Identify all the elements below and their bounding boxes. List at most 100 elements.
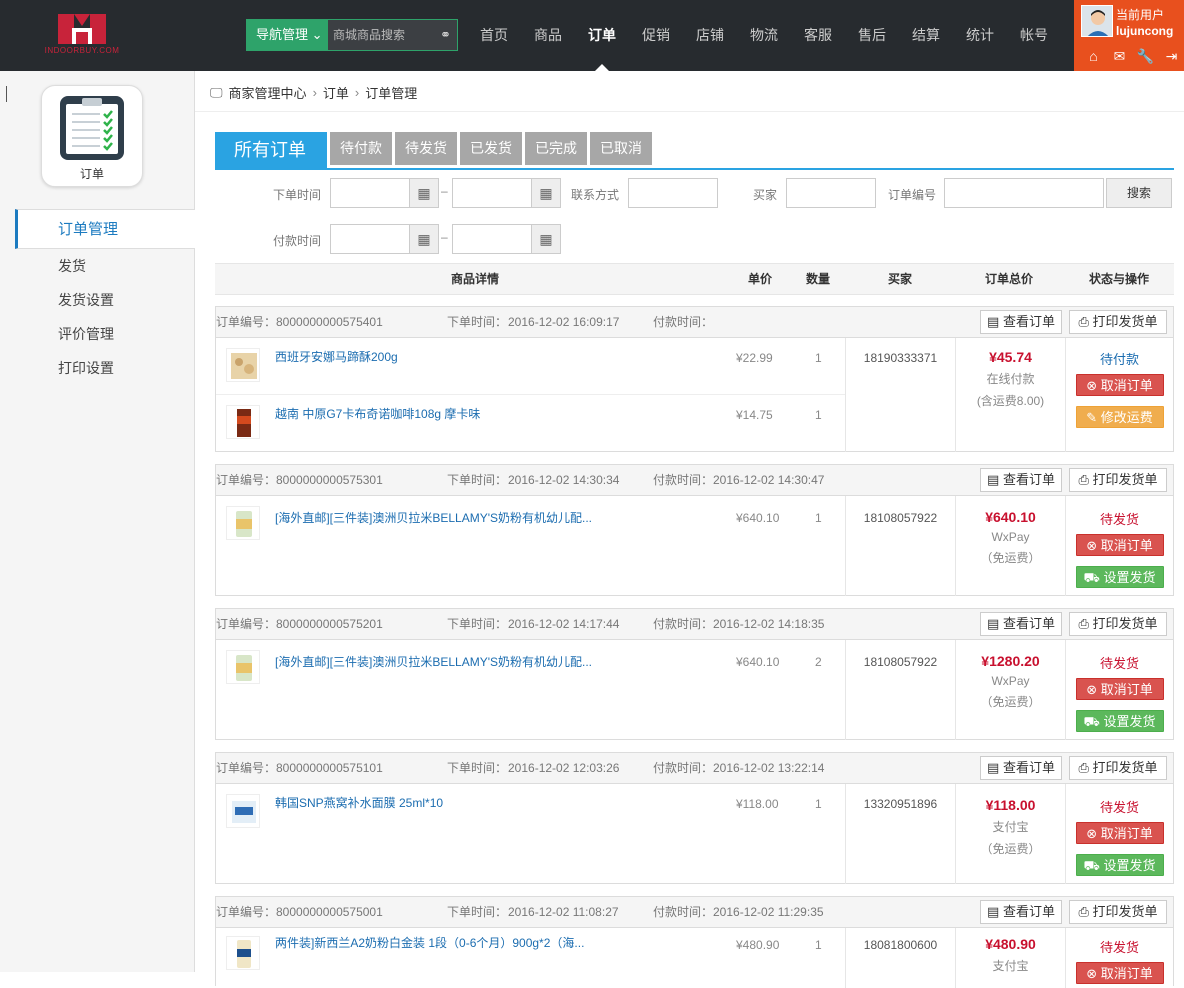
menu-item-service[interactable]: 客服	[791, 0, 845, 71]
menu-item-store[interactable]: 店铺	[683, 0, 737, 71]
view-order-button[interactable]: ▤ 查看订单	[980, 900, 1062, 924]
order-time-label: 下单时间	[273, 188, 322, 202]
sidebar-item-print-settings[interactable]: 打印设置	[15, 351, 195, 385]
tab-shipped[interactable]: 已发货	[460, 132, 522, 165]
menu-item-stats[interactable]: 统计	[953, 0, 1007, 71]
breadcrumb-orders[interactable]: 订单	[323, 83, 349, 102]
tab-completed[interactable]: 已完成	[525, 132, 587, 165]
menu-item-products[interactable]: 商品	[521, 0, 575, 71]
product-name[interactable]: 两件装]新西兰A2奶粉白金装 1段（0-6个月）900g*2（海...	[275, 934, 584, 951]
view-order-button[interactable]: ▤ 查看订单	[980, 310, 1062, 334]
cancel-order-button[interactable]: ⊗ 取消订单	[1075, 962, 1164, 984]
truck-icon: ⛟	[1083, 858, 1100, 873]
status-badge: 待发货	[1099, 800, 1139, 815]
product-price: ¥14.75	[736, 408, 773, 422]
order-header: 订单编号： 8000000000575301 下单时间： 2016-12-02 …	[216, 465, 1173, 496]
avatar[interactable]	[1081, 5, 1113, 37]
print-invoice-button[interactable]: ⎙ 打印发货单	[1069, 468, 1167, 492]
order-no-label: 订单编号：	[216, 617, 277, 631]
search-button[interactable]: 搜索	[1106, 178, 1172, 208]
edit-shipping-fee-button[interactable]: ✎ 修改运费	[1075, 406, 1164, 428]
payment-method: 在线付款	[986, 372, 1035, 386]
set-shipment-button[interactable]: ⛟ 设置发货	[1075, 710, 1164, 732]
cancel-order-button[interactable]: ⊗ 取消订单	[1075, 374, 1164, 396]
logout-icon[interactable]: ⇥	[1162, 48, 1181, 65]
cancel-order-button[interactable]: ⊗ 取消订单	[1075, 534, 1164, 556]
menu-item-orders[interactable]: 订单	[575, 0, 629, 71]
document-icon: ▤	[987, 616, 1000, 631]
product-search-input[interactable]: 商城商品搜索 ⚭	[328, 19, 458, 51]
order-no: 8000000000575401	[276, 315, 383, 329]
buyer-phone: 13320951896	[863, 797, 938, 811]
calendar-icon[interactable]: ▦	[531, 178, 561, 208]
calendar-icon[interactable]: ▦	[531, 224, 561, 254]
menu-item-settlement[interactable]: 结算	[899, 0, 953, 71]
product-name[interactable]: 西班牙安娜马蹄酥200g	[275, 348, 398, 365]
set-shipment-button[interactable]: ⛟ 设置发货	[1075, 566, 1164, 588]
print-invoice-button[interactable]: ⎙ 打印发货单	[1069, 612, 1167, 636]
status-badge: 待发货	[1099, 656, 1139, 671]
binoculars-icon[interactable]: ⚭	[440, 20, 451, 50]
set-shipment-button[interactable]: ⛟ 设置发货	[1075, 854, 1164, 876]
contact-input[interactable]	[628, 178, 718, 208]
orders-module-card[interactable]: 订单	[41, 85, 143, 187]
buyer-phone: 18108057922	[863, 655, 938, 669]
sidebar-item-order-manage[interactable]: 订单管理	[15, 209, 195, 249]
buyer-label: 买家	[753, 188, 778, 202]
product-image[interactable]	[226, 506, 260, 540]
order-time-end-input[interactable]	[452, 178, 532, 208]
clipboard-icon	[60, 96, 124, 160]
main-menu: 首页 商品 订单 促销 店铺 物流 客服 售后 结算 统计 帐号	[467, 0, 1061, 71]
site-logo[interactable]: INDOORBUY.COM	[42, 12, 122, 60]
print-invoice-button[interactable]: ⎙ 打印发货单	[1069, 310, 1167, 334]
order-no-input[interactable]	[944, 178, 1104, 208]
calendar-icon[interactable]: ▦	[409, 178, 439, 208]
buyer-input[interactable]	[786, 178, 876, 208]
calendar-icon[interactable]: ▦	[409, 224, 439, 254]
view-order-button[interactable]: ▤ 查看订单	[980, 612, 1062, 636]
th-status: 状态与操作	[1088, 272, 1149, 286]
cancel-order-button[interactable]: ⊗ 取消订单	[1075, 822, 1164, 844]
pay-time-start-input[interactable]	[330, 224, 410, 254]
order-time-start-input[interactable]	[330, 178, 410, 208]
sidebar	[0, 71, 195, 972]
tab-all-orders[interactable]: 所有订单	[215, 132, 327, 169]
sidebar-item-reviews[interactable]: 评价管理	[15, 317, 195, 351]
product-name[interactable]: 韩国SNP燕窝补水面膜 25ml*10	[275, 794, 443, 811]
product-image[interactable]	[226, 794, 260, 828]
product-image[interactable]	[226, 348, 260, 382]
wrench-icon[interactable]: 🔧	[1136, 48, 1155, 65]
product-image[interactable]	[226, 650, 260, 684]
breadcrumb-sep-icon: ›	[354, 85, 360, 100]
product-name[interactable]: [海外直邮][三件装]澳洲贝拉米BELLAMY'S奶粉有机幼儿配...	[275, 509, 592, 526]
product-image[interactable]	[226, 405, 260, 439]
product-image[interactable]	[226, 936, 260, 970]
product-row: [海外直邮][三件装]澳洲贝拉米BELLAMY'S奶粉有机幼儿配... ¥640…	[216, 496, 845, 596]
view-order-button[interactable]: ▤ 查看订单	[980, 468, 1062, 492]
print-invoice-button[interactable]: ⎙ 打印发货单	[1069, 756, 1167, 780]
product-name[interactable]: 越南 中原G7卡布奇诺咖啡108g 摩卡味	[275, 405, 480, 422]
menu-item-home[interactable]: 首页	[467, 0, 521, 71]
home-icon[interactable]: ⌂	[1084, 48, 1103, 65]
text-cursor	[6, 86, 7, 102]
sidebar-item-ship-settings[interactable]: 发货设置	[15, 283, 195, 317]
set-shipment-label: 设置发货	[1103, 714, 1156, 729]
order-time: 2016-12-02 14:30:34	[508, 473, 620, 487]
sidebar-item-ship[interactable]: 发货	[15, 249, 195, 283]
view-order-button[interactable]: ▤ 查看订单	[980, 756, 1062, 780]
menu-item-logistics[interactable]: 物流	[737, 0, 791, 71]
menu-item-aftersale[interactable]: 售后	[845, 0, 899, 71]
nav-manage-button[interactable]: 导航管理 ⌄	[246, 19, 328, 51]
breadcrumb-home[interactable]: 商家管理中心	[229, 83, 307, 102]
menu-item-promotions[interactable]: 促销	[629, 0, 683, 71]
product-name[interactable]: [海外直邮][三件装]澳洲贝拉米BELLAMY'S奶粉有机幼儿配...	[275, 653, 592, 670]
tab-pending-shipment[interactable]: 待发货	[395, 132, 457, 165]
mail-icon[interactable]: ✉	[1110, 48, 1129, 65]
print-invoice-button[interactable]: ⎙ 打印发货单	[1069, 900, 1167, 924]
cancel-order-button[interactable]: ⊗ 取消订单	[1075, 678, 1164, 700]
pay-time-end-input[interactable]	[452, 224, 532, 254]
tab-cancelled[interactable]: 已取消	[590, 132, 652, 165]
tab-pending-payment[interactable]: 待付款	[330, 132, 392, 165]
menu-item-account[interactable]: 帐号	[1007, 0, 1061, 71]
search-placeholder: 商城商品搜索	[333, 28, 406, 42]
